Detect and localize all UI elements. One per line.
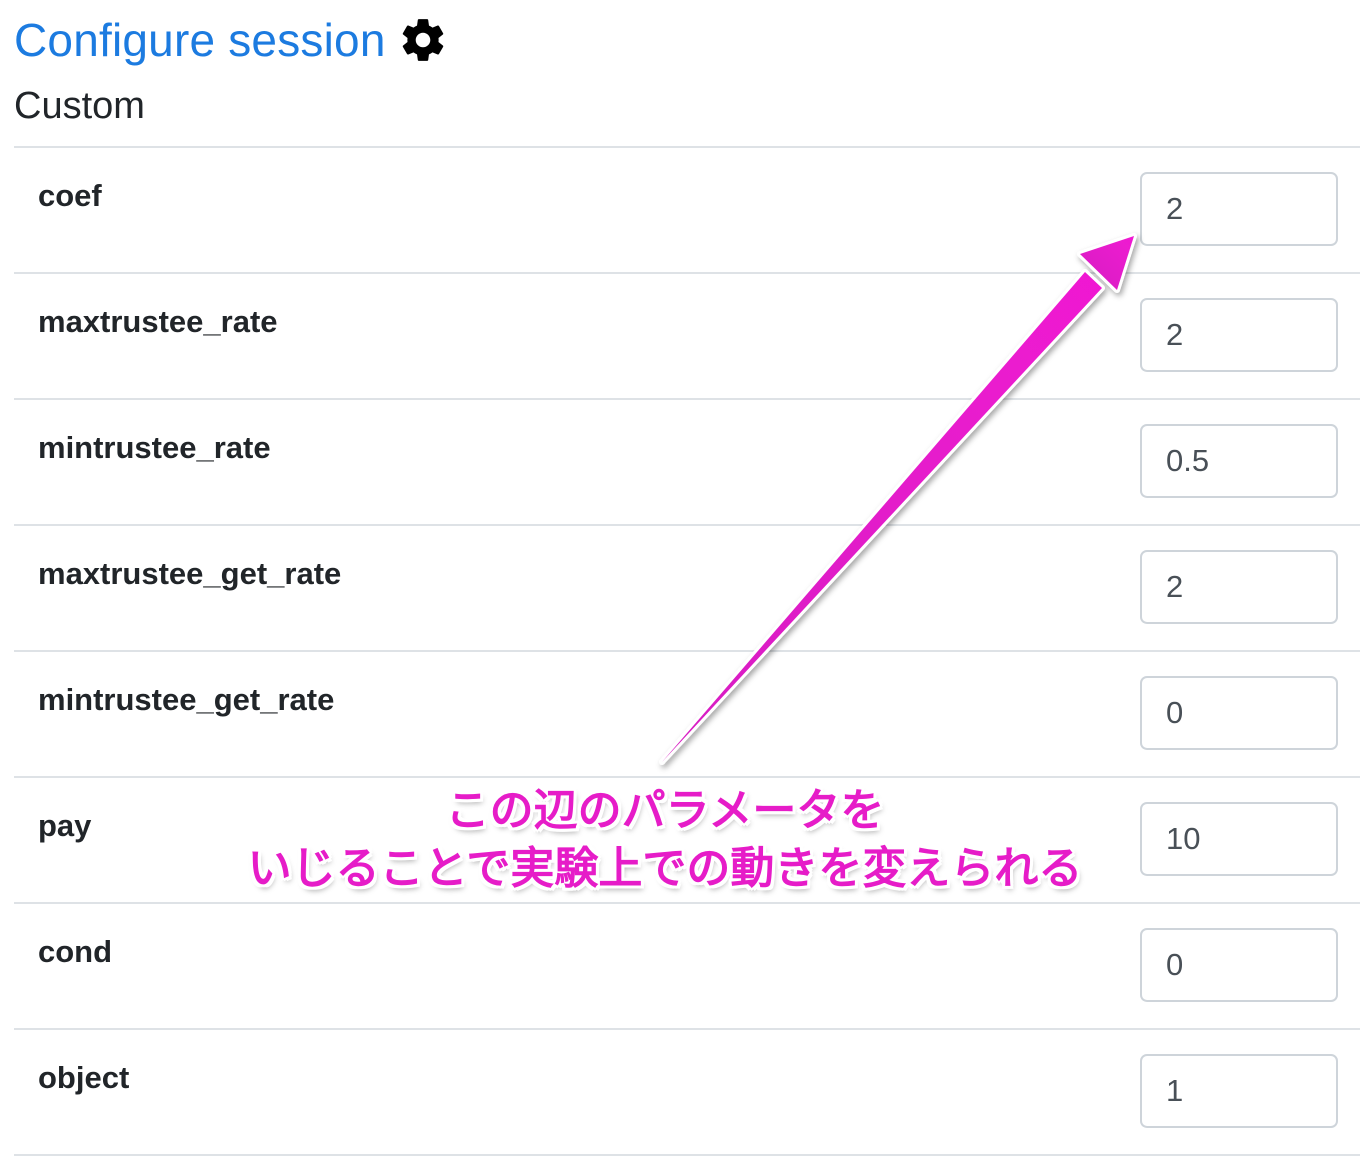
table-row: mintrustee_rate: [14, 400, 1360, 526]
table-row: maxtrustee_rate: [14, 274, 1360, 400]
maxtrustee-get-rate-input[interactable]: [1140, 550, 1338, 624]
cond-input[interactable]: [1140, 928, 1338, 1002]
settings-table: coef maxtrustee_rate mintrustee_rate max…: [14, 146, 1360, 1156]
pay-input[interactable]: [1140, 802, 1338, 876]
coef-input[interactable]: [1140, 172, 1338, 246]
mintrustee-rate-input[interactable]: [1140, 424, 1338, 498]
mintrustee-get-rate-input[interactable]: [1140, 676, 1338, 750]
field-label: object: [38, 1060, 130, 1095]
table-row: coef: [14, 148, 1360, 274]
maxtrustee-rate-input[interactable]: [1140, 298, 1338, 372]
table-row: cond: [14, 904, 1360, 1030]
section-subtitle: Custom: [14, 85, 145, 127]
field-label: mintrustee_rate: [38, 430, 271, 465]
field-label: mintrustee_get_rate: [38, 682, 335, 717]
field-label: maxtrustee_get_rate: [38, 556, 342, 591]
page-title: Configure session: [14, 8, 448, 72]
field-label: maxtrustee_rate: [38, 304, 278, 339]
field-label: cond: [38, 934, 113, 969]
table-row: object: [14, 1030, 1360, 1156]
field-label: pay: [38, 808, 92, 843]
table-row: maxtrustee_get_rate: [14, 526, 1360, 652]
table-row: mintrustee_get_rate: [14, 652, 1360, 778]
gear-icon[interactable]: [398, 15, 448, 65]
page-title-text: Configure session: [14, 14, 386, 66]
table-row: pay: [14, 778, 1360, 904]
field-label: coef: [38, 178, 102, 213]
object-input[interactable]: [1140, 1054, 1338, 1128]
